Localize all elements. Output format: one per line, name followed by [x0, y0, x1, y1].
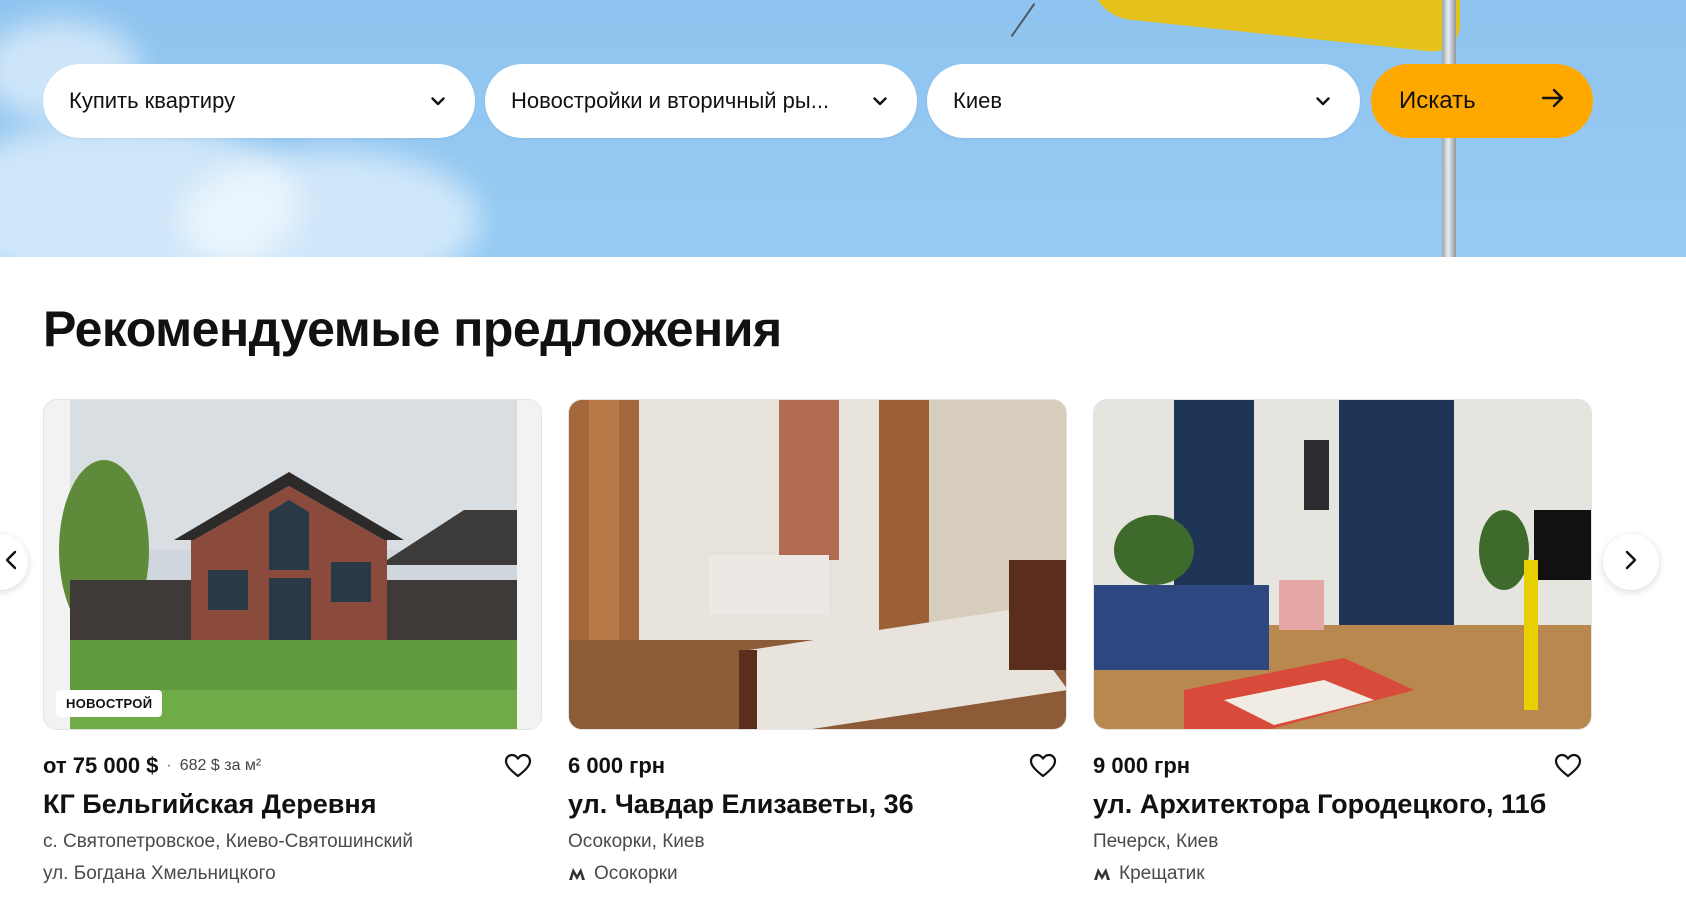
market-type-select[interactable]: Новостройки и вторичный ры... [485, 64, 917, 138]
listing-price: 9 000 грн [1093, 753, 1191, 778]
section-title: Рекомендуемые предложения [43, 301, 782, 357]
chevron-down-icon [1312, 90, 1334, 112]
carousel-prev-button[interactable] [0, 534, 28, 590]
arrow-right-icon [1541, 87, 1565, 115]
search-button[interactable]: Искать [1371, 64, 1593, 138]
listing-price: 6 000 грн [568, 753, 666, 778]
listing-address-text: ул. Богдана Хмельницкого [43, 863, 276, 884]
listing-card[interactable]: 9 000 грн ул. Архитектора Городецкого, 1… [1093, 399, 1592, 884]
deal-type-value: Купить квартиру [69, 88, 236, 113]
price-per-m2: 682 $ за м² [179, 757, 262, 774]
listing-photo[interactable] [568, 399, 1067, 730]
chevron-down-icon [427, 90, 449, 112]
listing-card[interactable]: НОВОСТРОЙ от 75 000 $ · 682 $ за м² КГ Б… [43, 399, 542, 884]
search-button-label: Искать [1399, 87, 1476, 114]
listing-metro-text: Крещатик [1119, 863, 1205, 884]
listing-location: Осокорки, Киев [568, 831, 705, 852]
listing-location: с. Святопетровское, Киево-Святошинский [43, 831, 414, 852]
heart-icon[interactable] [1554, 753, 1582, 779]
chevron-right-icon [1625, 550, 1637, 575]
listing-title[interactable]: КГ Бельгийская Деревня [43, 789, 376, 820]
listing-photo[interactable]: НОВОСТРОЙ [43, 399, 542, 730]
carousel-next-button[interactable] [1603, 534, 1659, 590]
flag-rope [1010, 3, 1036, 37]
bedroom-photo [569, 400, 1066, 729]
city-value: Киев [953, 88, 1003, 113]
flag-image [1090, 0, 1460, 55]
listing-metro: Осокорки [568, 863, 678, 885]
listing-title[interactable]: ул. Чавдар Елизаветы, 36 [568, 789, 914, 820]
listing-title[interactable]: ул. Архитектора Городецкого, 11б [1093, 789, 1546, 820]
listing-card[interactable]: 6 000 грн ул. Чавдар Елизаветы, 36 Осоко… [568, 399, 1067, 884]
living-room-photo [1094, 400, 1591, 729]
house-photo [44, 400, 541, 729]
heart-icon[interactable] [504, 753, 532, 779]
price-separator: · [166, 757, 172, 774]
listing-metro-text: Осокорки [594, 863, 678, 884]
listing-photo[interactable] [1093, 399, 1592, 730]
hero-banner: Купить квартиру Новостройки и вторичный … [0, 0, 1686, 257]
chevron-down-icon [869, 90, 891, 112]
market-type-value: Новостройки и вторичный ры... [511, 88, 830, 113]
deal-type-select[interactable]: Купить квартиру [43, 64, 475, 138]
listing-location: Печерск, Киев [1093, 831, 1219, 852]
listing-metro: Крещатик [1093, 863, 1205, 885]
metro-icon [1094, 868, 1110, 880]
metro-icon [569, 868, 585, 880]
city-select[interactable]: Киев [927, 64, 1360, 138]
listing-price: от 75 000 $ [43, 753, 159, 778]
listing-address: ул. Богдана Хмельницкого [43, 863, 276, 885]
new-building-badge: НОВОСТРОЙ [56, 690, 163, 717]
heart-icon[interactable] [1029, 753, 1057, 779]
chevron-left-icon [5, 550, 17, 575]
